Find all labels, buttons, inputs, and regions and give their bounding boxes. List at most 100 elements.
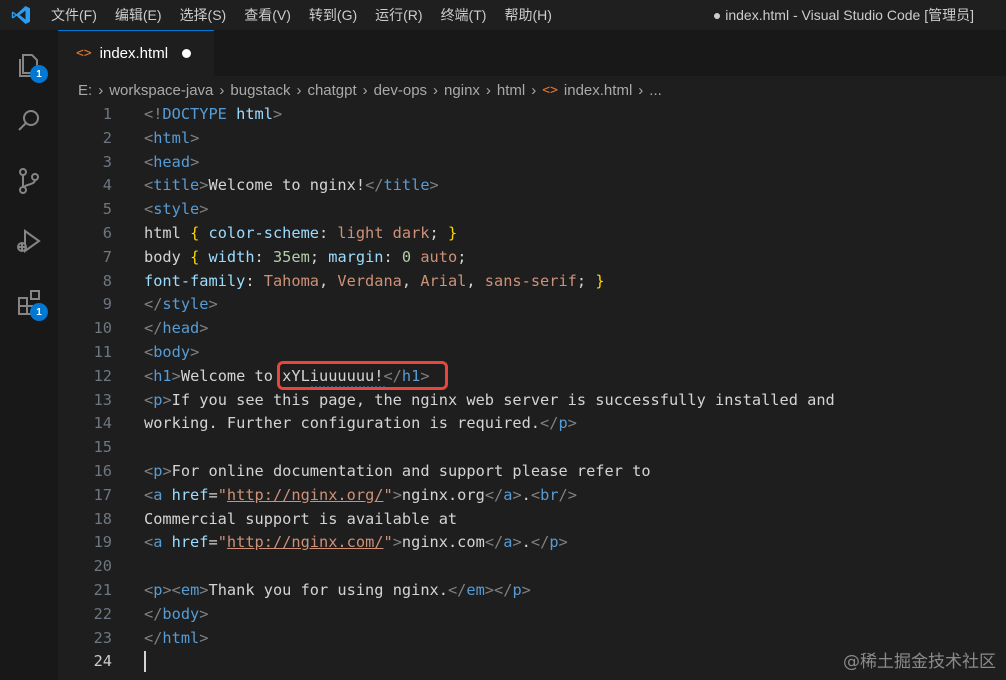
code-token: h1 [153, 366, 172, 385]
code-token: } [447, 224, 458, 242]
code-line[interactable]: 16 <p>For online documentation and suppor… [58, 460, 998, 484]
code-token: style [162, 295, 209, 314]
search-icon[interactable] [9, 101, 49, 141]
line-number: 13 [93, 390, 112, 409]
extensions-icon[interactable]: 1 [9, 282, 49, 322]
code-token: ; [429, 224, 448, 242]
breadcrumb-item[interactable]: dev-ops [374, 82, 427, 99]
breadcrumb-item[interactable]: E: [78, 82, 92, 99]
run-debug-icon[interactable] [9, 221, 49, 261]
code-line[interactable]: 8 font-family: Tahoma, Verdana, Arial, sa… [58, 270, 998, 294]
line-number: 6 [102, 224, 112, 242]
menu-go[interactable]: 转到(G) [300, 0, 366, 30]
code-token: head [162, 319, 200, 338]
code-token: . [521, 485, 531, 504]
menu-file[interactable]: 文件(F) [42, 0, 106, 30]
code-token: /> [558, 485, 577, 504]
breadcrumb-item[interactable]: workspace-java [109, 82, 213, 99]
chevron-right-icon: › [98, 81, 104, 99]
menu-edit[interactable]: 编辑(E) [106, 0, 171, 30]
breadcrumb-more[interactable]: ... [649, 82, 662, 99]
code-token: < [144, 200, 154, 219]
line-number: 17 [93, 485, 112, 504]
line-number: 20 [93, 557, 112, 576]
code-token: > [199, 604, 209, 623]
code-line[interactable]: 15 [58, 436, 998, 460]
menu-help[interactable]: 帮助(H) [495, 0, 560, 30]
code-token: http://nginx.org/ [226, 485, 384, 504]
code-token: > [199, 176, 209, 195]
menu-run[interactable]: 运行(R) [366, 0, 431, 30]
breadcrumb-item[interactable]: bugstack [230, 82, 290, 99]
code-line[interactable]: 9 </style> [58, 293, 998, 317]
source-control-icon[interactable] [9, 161, 49, 201]
code-token: </ [365, 176, 384, 195]
line-number: 4 [102, 176, 112, 195]
tab-label: index.html [99, 45, 169, 62]
code-token: width [208, 247, 255, 266]
code-line[interactable]: 14 working. Further configuration is requ… [58, 412, 998, 436]
code-line[interactable]: 21 <p><em>Thank you for using nginx.</em>… [58, 579, 998, 603]
code-token: > [521, 581, 531, 599]
code-line[interactable]: 19 <a href="http://nginx.com/">nginx.com<… [58, 531, 998, 555]
line-number: 21 [93, 581, 112, 599]
code-token: Thank you for using nginx. [208, 581, 448, 599]
line-number: 8 [102, 271, 112, 290]
breadcrumb-item[interactable]: chatgpt [307, 82, 356, 99]
html-file-icon: <> [542, 82, 558, 98]
code-text: <body> [144, 341, 199, 365]
breadcrumb-file[interactable]: index.html [564, 82, 632, 99]
line-number: 19 [93, 533, 112, 552]
code-line[interactable]: 11 <body> [58, 341, 998, 365]
code-text: <p>For online documentation and support … [144, 460, 651, 484]
code-token: For online documentation and support ple… [171, 462, 651, 480]
code-line[interactable]: 10 </head> [58, 317, 998, 341]
code-token: </ [540, 414, 559, 433]
code-line[interactable]: 1 <!DOCTYPE html> [58, 103, 998, 127]
code-token: > [392, 533, 402, 552]
menu-terminal[interactable]: 终端(T) [432, 0, 496, 30]
code-line[interactable]: 2 <html> [58, 127, 998, 151]
menu-selection[interactable]: 选择(S) [171, 0, 236, 30]
code-token: < [530, 485, 541, 504]
code-text: <title>Welcome to nginx!</title> [144, 174, 439, 198]
breadcrumb-item[interactable]: nginx [444, 82, 480, 99]
tab-index-html[interactable]: <> index.html [58, 30, 214, 76]
code-token: p [549, 533, 559, 552]
code-token: <! [144, 105, 163, 123]
line-number: 14 [93, 414, 112, 433]
code-token: > [429, 176, 439, 195]
code-line[interactable]: 3 <head> [58, 151, 998, 175]
code-token: > [567, 414, 577, 433]
code-line[interactable]: 18 Commercial support is available at [58, 508, 998, 532]
extensions-badge: 1 [30, 303, 48, 321]
code-token: </ [144, 319, 163, 338]
code-line[interactable]: 20 [58, 555, 998, 579]
code-token: Commercial support is available at [144, 509, 458, 528]
code-line[interactable]: 13 <p>If you see this page, the nginx web… [58, 389, 998, 413]
code-token: href [171, 485, 209, 504]
code-line[interactable]: 22 </body> [58, 603, 998, 627]
code-text: <a href="http://nginx.org/">nginx.org</a… [144, 484, 577, 508]
breadcrumb-item[interactable]: html [497, 82, 525, 99]
code-line[interactable]: 4 <title>Welcome to nginx!</title> [58, 174, 998, 198]
code-line[interactable]: 17 <a href="http://nginx.org/">nginx.org<… [58, 484, 998, 508]
unsaved-dot-icon[interactable] [182, 49, 192, 58]
menu-view[interactable]: 查看(V) [235, 0, 300, 30]
code-line[interactable]: 6 html { color-scheme: light dark; } [58, 222, 998, 246]
code-text: working. Further configuration is requir… [144, 412, 577, 436]
code-line[interactable]: 7 body { width: 35em; margin: 0 auto; [58, 246, 998, 270]
explorer-icon[interactable]: 1 [9, 44, 49, 84]
code-line[interactable]: 12 <h1>Welcome to xYLiuuuuuu!</h1> [58, 365, 998, 389]
code-editor[interactable]: 1 <!DOCTYPE html> 2 <html> 3 <head> 4 <title>We… [58, 103, 1006, 680]
line-number: 18 [93, 509, 112, 528]
code-token: > [162, 462, 172, 480]
code-token: = [208, 533, 218, 552]
code-token: p [512, 581, 522, 599]
code-token: Welcome to nginx! [208, 176, 366, 195]
code-token: : [245, 271, 264, 290]
code-line[interactable]: 5 <style> [58, 198, 998, 222]
code-token: p [558, 414, 568, 433]
breadcrumb: E: › workspace-java › bugstack › chatgpt › d… [78, 78, 662, 102]
code-token: : [319, 224, 338, 242]
